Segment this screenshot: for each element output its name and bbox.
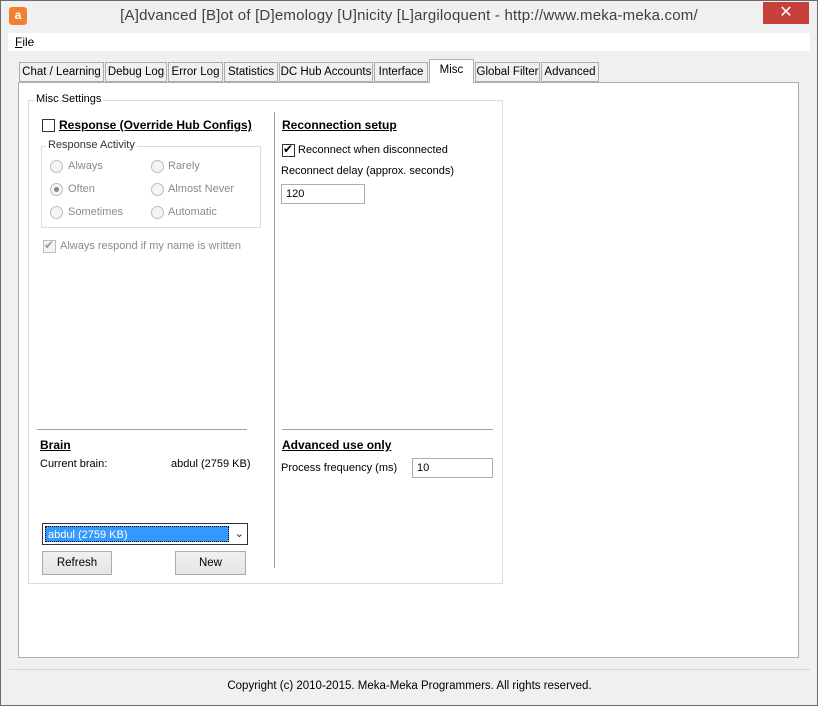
main-window: a [A]dvanced [B]ot of [D]emology [U]nici… [0,0,818,706]
menu-file-label: ile [22,35,35,49]
radio-rarely[interactable] [151,160,164,173]
tab-statistics[interactable]: Statistics [224,62,278,82]
radio-sometimes[interactable] [50,206,63,219]
misc-settings-title: Misc Settings [34,93,104,105]
tab-misc[interactable]: Misc [429,59,474,83]
radio-automatic-label: Automatic [168,206,217,218]
always-respond-checkbox[interactable] [43,238,56,253]
tab-interface[interactable]: Interface [374,62,428,82]
menu-file[interactable]: File [15,35,34,49]
misc-tab-panel: Misc Settings Response (Override Hub Con… [18,82,799,658]
reconnect-delay-label: Reconnect delay (approx. seconds) [281,165,455,177]
menu-bar: File [8,33,810,51]
process-frequency-input[interactable]: 10 [412,458,493,478]
radio-almost-never[interactable] [151,183,164,196]
close-button[interactable]: ✕ [763,2,809,24]
tab-advanced[interactable]: Advanced [541,62,599,82]
advanced-heading: Advanced use only [282,438,392,452]
radio-sometimes-label: Sometimes [68,206,124,218]
status-bar: Copyright (c) 2010-2015. Meka-Meka Progr… [9,669,810,699]
radio-always-label: Always [68,160,103,172]
tab-debug-log[interactable]: Debug Log [105,62,167,82]
response-override-checkbox[interactable] [42,119,55,132]
chevron-down-icon[interactable]: ⌄ [235,527,244,540]
tab-error-log[interactable]: Error Log [168,62,223,82]
radio-often[interactable] [50,183,63,196]
radio-often-label: Often [68,183,95,195]
tab-global-filter[interactable]: Global Filter [475,62,540,82]
title-bar[interactable]: a [A]dvanced [B]ot of [D]emology [U]nici… [1,1,817,32]
tab-dc-hub-accounts[interactable]: DC Hub Accounts [279,62,373,82]
tab-chat-learning[interactable]: Chat / Learning [19,62,104,82]
brain-select-value: abdul (2759 KB) [45,526,229,542]
current-brain-label: Current brain: [40,458,108,470]
copyright-text: Copyright (c) 2010-2015. Meka-Meka Progr… [227,680,592,692]
response-override-label[interactable]: Response (Override Hub Configs) [59,118,252,132]
radio-automatic[interactable] [151,206,164,219]
radio-always[interactable] [50,160,63,173]
reconnect-label[interactable]: Reconnect when disconnected [298,144,448,156]
process-frequency-label: Process frequency (ms) [281,462,398,474]
advanced-separator [282,429,493,430]
reconnect-checkbox[interactable] [282,142,295,157]
always-respond-label: Always respond if my name is written [60,240,241,252]
brain-select[interactable]: abdul (2759 KB) ⌄ [42,523,248,545]
misc-settings-group: Misc Settings Response (Override Hub Con… [28,93,503,584]
radio-rarely-label: Rarely [168,160,200,172]
new-brain-button[interactable]: New [175,551,246,575]
reconnection-heading: Reconnection setup [282,118,397,132]
response-activity-title: Response Activity [46,139,137,151]
current-brain-value: abdul (2759 KB) [171,458,251,470]
brain-heading: Brain [40,438,71,452]
response-activity-group: Response Activity Always Rarely Often Al… [41,139,261,228]
column-separator [274,112,275,568]
window-title: [A]dvanced [B]ot of [D]emology [U]nicity… [120,7,698,24]
radio-almost-never-label: Almost Never [168,183,235,195]
reconnect-delay-input[interactable]: 120 [281,184,365,204]
brain-separator [37,429,247,430]
refresh-button[interactable]: Refresh [42,551,112,575]
